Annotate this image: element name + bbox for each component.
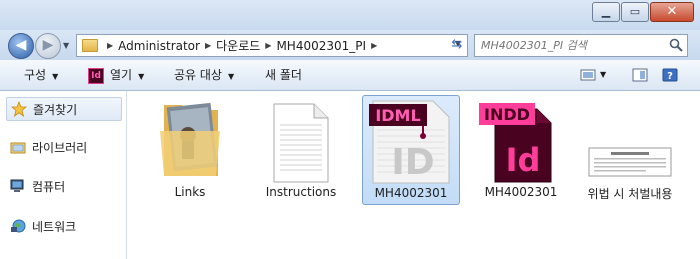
back-button[interactable]: ◀ (8, 33, 34, 59)
close-button[interactable]: ✕ (650, 2, 694, 22)
new-folder-button[interactable]: 새 폴더 (265, 60, 302, 90)
chevron-down-icon: ▼ (52, 72, 59, 81)
nav-item-libraries[interactable]: 라이브러리 (6, 136, 120, 158)
file-type-badge: IDML (375, 106, 420, 125)
network-icon (11, 219, 26, 233)
search-icon (669, 38, 683, 52)
breadcrumb-item[interactable]: 다운로드 (216, 37, 260, 54)
chevron-down-icon: ▼ (138, 72, 145, 81)
command-bar: 구성 ▼ Id 열기 ▼ 공유 대상 ▼ 새 폴더 ▼ ? (0, 60, 700, 91)
new-folder-label: 새 폴더 (265, 68, 302, 82)
file-item-image-document[interactable]: 위법 시 처벌내용 (582, 95, 678, 203)
breadcrumb-item[interactable]: MH4002301_PI (276, 39, 366, 53)
nav-item-label: 라이브러리 (32, 140, 88, 155)
library-icon (10, 142, 26, 154)
recent-pages-chevron-down-icon[interactable]: ▼ (63, 41, 69, 50)
open-label: 열기 (110, 68, 133, 82)
back-arrow-icon: ◀ (15, 37, 27, 53)
close-icon: ✕ (666, 4, 678, 19)
nav-item-label: 네트워크 (32, 219, 77, 234)
file-list: Links Instructions IDML ID MH4002301 IND… (127, 91, 700, 259)
indesign-app-icon: Id (88, 67, 104, 84)
nav-item-label: 즐겨찾기 (33, 102, 78, 117)
address-row: ◀ ▶ ▼ ▶ Administrator ▶ 다운로드 ▶ MH4002301… (0, 30, 700, 60)
breadcrumb-separator-icon[interactable]: ▶ (205, 41, 211, 50)
file-name: Instructions (265, 185, 337, 199)
file-name: 위법 시 처벌내용 (587, 187, 673, 201)
nav-item-favorites[interactable]: 즐겨찾기 (6, 97, 122, 121)
minimize-icon: ▁ (601, 5, 611, 18)
breadcrumb-separator-icon[interactable]: ▶ (107, 41, 113, 50)
navigation-pane: 즐겨찾기 라이브러리 컴퓨터 네트워크 (0, 91, 127, 259)
share-label: 공유 대상 (174, 68, 222, 82)
file-item-mh4002301-indd[interactable]: INDD Id MH4002301 (473, 95, 569, 203)
address-bar[interactable]: ▶ Administrator ▶ 다운로드 ▶ MH4002301_PI ▶ … (76, 34, 468, 57)
star-icon (11, 101, 27, 117)
minimize-button[interactable]: ▁ (592, 2, 620, 22)
preview-pane-icon[interactable] (632, 68, 648, 82)
file-item-instructions[interactable]: Instructions (253, 95, 349, 203)
breadcrumb-item[interactable]: Administrator (118, 39, 200, 53)
svg-text:Id: Id (506, 141, 541, 179)
indd-file-icon: INDD Id (479, 103, 552, 183)
breadcrumb: ▶ Administrator ▶ 다운로드 ▶ MH4002301_PI ▶ (102, 37, 382, 54)
share-button[interactable]: 공유 대상 ▼ (174, 60, 234, 90)
folder-icon (82, 39, 98, 52)
search-input[interactable] (481, 36, 661, 54)
forward-arrow-icon: ▶ (42, 37, 54, 53)
breadcrumb-separator-icon[interactable]: ▶ (371, 41, 377, 50)
breadcrumb-separator-icon[interactable]: ▶ (265, 41, 271, 50)
svg-text:ID: ID (391, 142, 434, 183)
open-button[interactable]: Id 열기 ▼ (88, 60, 144, 90)
nav-item-label: 컴퓨터 (32, 179, 66, 194)
file-name: MH4002301 (484, 185, 558, 199)
svg-text:?: ? (667, 71, 673, 82)
change-view-icon[interactable] (580, 68, 596, 82)
organize-button[interactable]: 구성 ▼ (24, 60, 58, 90)
file-item-mh4002301-idml[interactable]: IDML ID MH4002301 (362, 95, 460, 205)
help-icon[interactable]: ? (662, 68, 678, 82)
organize-label: 구성 (24, 68, 47, 82)
title-bar: ▁ ▭ ✕ (0, 0, 700, 30)
chevron-down-icon: ▼ (227, 72, 235, 81)
idml-file-icon: IDML ID (369, 100, 450, 184)
refresh-button[interactable]: ⇆ (446, 36, 468, 54)
forward-button[interactable]: ▶ (35, 33, 61, 59)
window-controls: ▁ ▭ ✕ (591, 2, 694, 22)
explorer-window: ▁ ▭ ✕ ◀ ▶ ▼ ▶ Administrator ▶ 다운로드 ▶ MH4… (0, 0, 700, 259)
maximize-button[interactable]: ▭ (621, 2, 649, 22)
computer-icon (10, 179, 24, 192)
view-options-chevron-down-icon[interactable]: ▼ (600, 60, 606, 90)
nav-item-network[interactable]: 네트워크 (6, 215, 120, 237)
file-item-links-folder[interactable]: Links (142, 95, 238, 203)
file-name: Links (174, 185, 206, 199)
image-document-icon (588, 147, 672, 177)
refresh-icon: ⇆ (451, 37, 463, 52)
file-type-badge: INDD (484, 105, 530, 124)
maximize-icon: ▭ (629, 5, 641, 18)
folder-icon (160, 102, 220, 176)
search-box[interactable] (474, 34, 688, 57)
file-name: MH4002301 (374, 186, 448, 200)
nav-item-computer[interactable]: 컴퓨터 (6, 175, 120, 197)
text-document-icon (273, 103, 329, 183)
